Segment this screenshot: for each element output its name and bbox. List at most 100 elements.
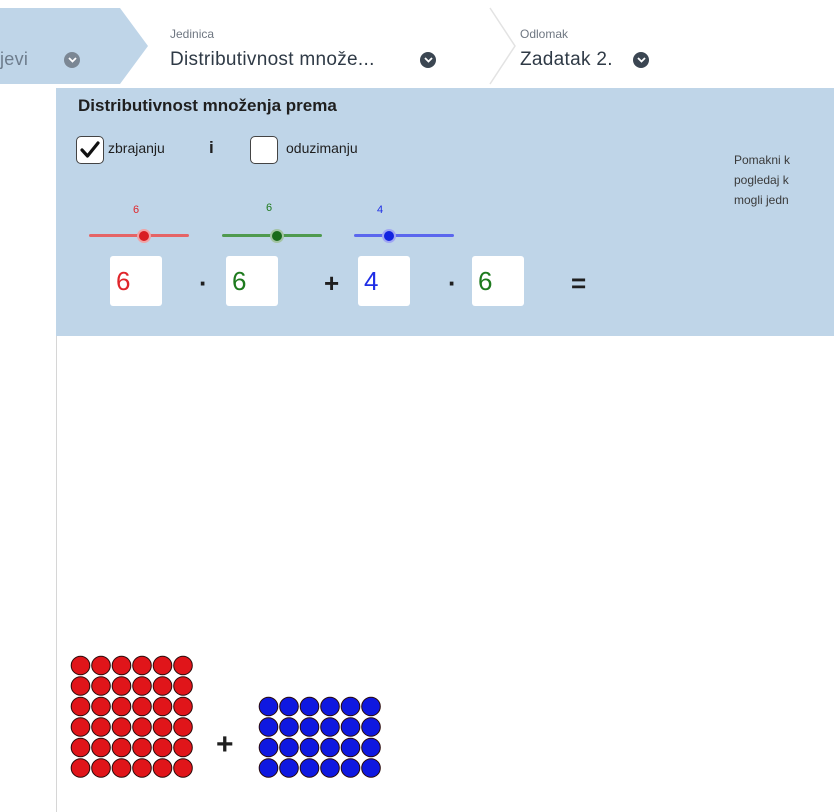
unit-value: Distributivnost množe... [170, 49, 375, 70]
slider-red-handle[interactable] [137, 229, 151, 243]
red-dot [173, 717, 193, 737]
blue-dot [258, 717, 279, 737]
instruction-line: mogli jedn [734, 193, 789, 207]
blue-dot [320, 696, 340, 717]
red-dot [111, 737, 132, 758]
applet-panel: Distributivnost množenja prema zbrajanju… [56, 88, 834, 336]
red-dot [91, 655, 111, 676]
slider-blue-track[interactable] [354, 234, 454, 237]
red-dots-graphic [70, 655, 193, 778]
section-value: Zadatak 2. [520, 49, 613, 70]
red-dot [91, 758, 111, 778]
multiply-sign: · [199, 268, 208, 298]
conjunction-text: i [209, 138, 214, 157]
blue-dot [320, 758, 340, 778]
red-dot [70, 737, 91, 758]
equals-sign: = [571, 268, 587, 298]
red-dot [111, 717, 132, 737]
instruction-text: Pomakni k pogledaj k mogli jedn [734, 150, 834, 210]
red-dot [152, 696, 173, 717]
blue-dot [279, 717, 299, 737]
blue-dot [258, 758, 279, 778]
red-dot [70, 717, 91, 737]
chevron-down-icon[interactable] [64, 52, 80, 68]
chevron-down-icon[interactable] [420, 52, 436, 68]
blue-dot [320, 737, 340, 758]
checkbox-subtraction-label: oduzimanju [286, 140, 358, 156]
red-dot [132, 737, 152, 758]
array-plus-sign: + [216, 728, 234, 761]
blue-dot [361, 717, 381, 737]
input-box-a[interactable]: 6 [110, 256, 162, 306]
checkbox-addition[interactable] [76, 136, 104, 164]
red-dot [111, 758, 132, 778]
blue-dot [258, 737, 279, 758]
red-dot [70, 758, 91, 778]
input-box-c[interactable]: 4 [358, 256, 410, 306]
blue-dot-array [258, 696, 388, 782]
red-dot [173, 758, 193, 778]
red-dot [152, 655, 173, 676]
slider-red-value: 6 [132, 204, 140, 216]
blue-dot [299, 758, 320, 778]
blue-dot [279, 758, 299, 778]
slider-green-value: 6 [265, 202, 273, 214]
blue-dot [299, 696, 320, 717]
checkmark-icon [80, 141, 100, 158]
red-dot [91, 676, 111, 696]
red-dot [70, 696, 91, 717]
blue-dot [320, 717, 340, 737]
blue-dot [299, 737, 320, 758]
breadcrumb-previous-label: jevi [0, 49, 29, 69]
input-box-b[interactable]: 6 [226, 256, 278, 306]
blue-dot [361, 737, 381, 758]
red-dot [173, 696, 193, 717]
blue-dots-graphic [258, 696, 381, 778]
blue-dot [361, 758, 381, 778]
red-dot-array [70, 655, 200, 781]
red-dot [91, 696, 111, 717]
blue-dot [340, 717, 361, 737]
red-dot [111, 676, 132, 696]
input-box-d[interactable]: 6 [472, 256, 524, 306]
red-dot [173, 655, 193, 676]
blue-dot [299, 717, 320, 737]
instruction-line: Pomakni k [734, 153, 791, 167]
blue-dot [279, 696, 299, 717]
red-dot [111, 696, 132, 717]
blue-dot [361, 696, 381, 717]
red-dot [70, 655, 91, 676]
red-dot [152, 676, 173, 696]
red-dot [173, 737, 193, 758]
blue-dot [340, 737, 361, 758]
chevron-down-icon[interactable] [633, 52, 649, 68]
red-dot [152, 737, 173, 758]
blue-dot [340, 758, 361, 778]
red-dot [132, 655, 152, 676]
content-divider [56, 336, 57, 812]
instruction-line: pogledaj k [734, 173, 789, 187]
red-dot [132, 696, 152, 717]
multiply-sign: · [448, 268, 457, 298]
breadcrumb-background [0, 7, 700, 85]
blue-dot [258, 696, 279, 717]
section-caption: Odlomak [520, 27, 569, 41]
slider-blue-handle[interactable] [382, 229, 396, 243]
checkbox-addition-label: zbrajanju [108, 140, 165, 156]
slider-green-handle[interactable] [270, 229, 284, 243]
red-dot [132, 717, 152, 737]
plus-sign: + [324, 268, 340, 298]
red-dot [173, 676, 193, 696]
red-dot [91, 737, 111, 758]
red-dot [132, 676, 152, 696]
panel-title: Distributivnost množenja prema [78, 96, 337, 115]
red-dot [111, 655, 132, 676]
red-dot [70, 676, 91, 696]
blue-dot [279, 737, 299, 758]
checkbox-subtraction[interactable] [250, 136, 278, 164]
breadcrumb: jevi Jedinica Distributivnost množe... O… [0, 0, 700, 88]
unit-caption: Jedinica [170, 27, 215, 41]
red-dot [152, 758, 173, 778]
slider-blue-value: 4 [376, 204, 384, 216]
red-dot [91, 717, 111, 737]
